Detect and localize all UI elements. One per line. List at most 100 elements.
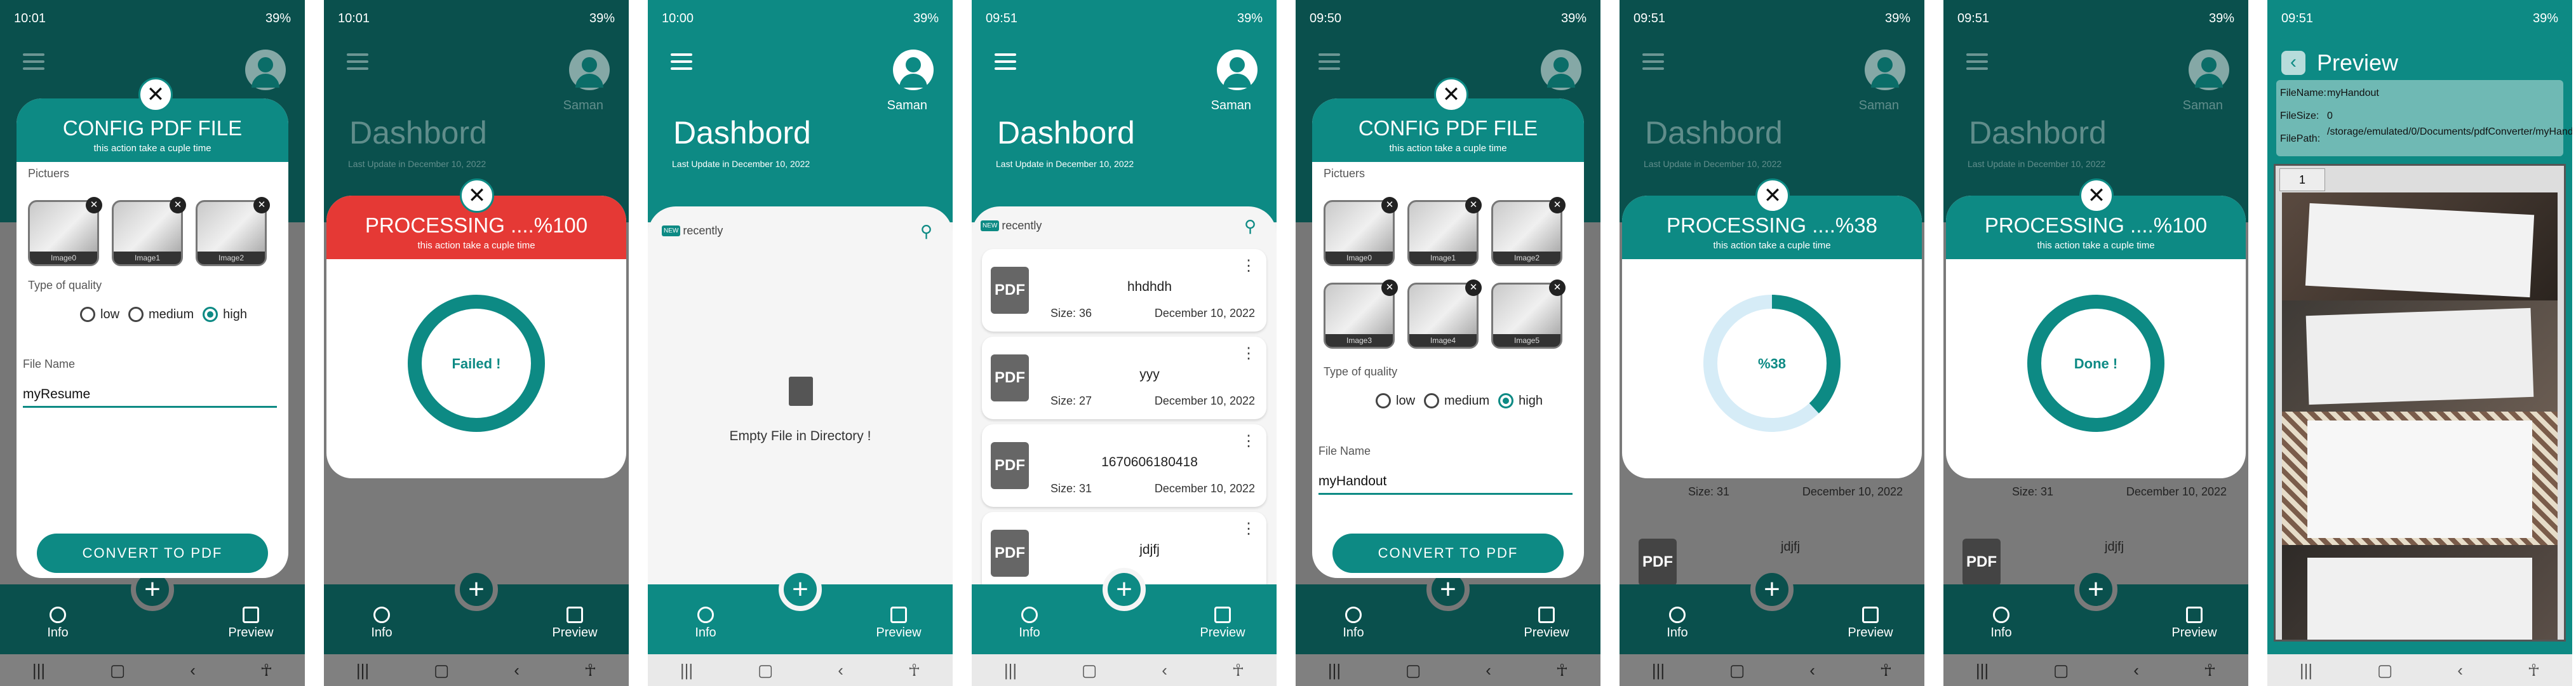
menu-icon[interactable]: [671, 53, 692, 74]
accessibility-icon[interactable]: ☥: [1556, 661, 1568, 680]
convert-button[interactable]: CONVERT TO PDF: [1332, 534, 1564, 573]
image-thumb[interactable]: ✕ Image3: [1324, 279, 1398, 349]
recents-icon[interactable]: |||: [1976, 661, 1989, 680]
recents-icon[interactable]: |||: [2300, 661, 2312, 680]
recents-icon[interactable]: |||: [1652, 661, 1665, 680]
avatar[interactable]: [2189, 50, 2229, 90]
home-icon[interactable]: ▢: [1082, 661, 1097, 680]
add-icon[interactable]: +: [2074, 568, 2117, 611]
back-icon[interactable]: ‹: [2457, 661, 2463, 680]
image-thumb[interactable]: ✕ Image2: [1491, 197, 1566, 266]
menu-icon[interactable]: [995, 53, 1016, 74]
back-button[interactable]: ‹: [2281, 51, 2305, 75]
remove-icon[interactable]: ✕: [1549, 197, 1566, 213]
avatar[interactable]: [1865, 50, 1905, 90]
nav-preview[interactable]: Preview: [2166, 607, 2223, 640]
back-icon[interactable]: ‹: [1809, 661, 1815, 680]
image-thumb[interactable]: ✕ Image0: [28, 197, 102, 266]
image-thumb[interactable]: ✕ Image1: [112, 197, 186, 266]
nav-preview[interactable]: Preview: [1194, 607, 1251, 640]
add-icon[interactable]: +: [1103, 568, 1146, 611]
more-icon[interactable]: ⋮: [1241, 257, 1256, 275]
accessibility-icon[interactable]: ☥: [1232, 661, 1244, 680]
close-icon[interactable]: ✕: [2079, 178, 2114, 213]
remove-icon[interactable]: ✕: [1465, 279, 1482, 296]
filename-input[interactable]: myResume: [23, 387, 277, 408]
avatar[interactable]: [245, 50, 286, 90]
nav-info[interactable]: Info: [1649, 607, 1706, 640]
home-icon[interactable]: ▢: [1405, 661, 1421, 680]
remove-icon[interactable]: ✕: [86, 197, 102, 213]
remove-icon[interactable]: ✕: [1381, 197, 1398, 213]
search-icon[interactable]: ⚲: [920, 222, 932, 241]
accessibility-icon[interactable]: ☥: [1880, 661, 1892, 680]
menu-icon[interactable]: [1642, 53, 1664, 74]
add-icon[interactable]: +: [1750, 568, 1794, 611]
avatar[interactable]: [1541, 50, 1581, 90]
nav-info[interactable]: Info: [353, 607, 410, 640]
more-icon[interactable]: ⋮: [1241, 520, 1256, 538]
back-icon[interactable]: ‹: [1162, 661, 1167, 680]
avatar[interactable]: [893, 50, 934, 90]
avatar[interactable]: [569, 50, 610, 90]
back-icon[interactable]: ‹: [1486, 661, 1491, 680]
nav-info[interactable]: Info: [677, 607, 734, 640]
recents-icon[interactable]: |||: [1328, 661, 1341, 680]
image-thumb[interactable]: ✕ Image1: [1407, 197, 1482, 266]
remove-icon[interactable]: ✕: [170, 197, 186, 213]
radio-medium[interactable]: medium: [1424, 393, 1489, 408]
close-icon[interactable]: ✕: [1755, 178, 1790, 213]
nav-info[interactable]: Info: [29, 607, 86, 640]
back-icon[interactable]: ‹: [514, 661, 520, 680]
menu-icon[interactable]: [347, 53, 368, 74]
nav-preview[interactable]: Preview: [1518, 607, 1575, 640]
accessibility-icon[interactable]: ☥: [2528, 661, 2540, 680]
accessibility-icon[interactable]: ☥: [908, 661, 920, 680]
convert-button[interactable]: CONVERT TO PDF: [37, 534, 268, 573]
add-icon[interactable]: +: [779, 568, 822, 611]
image-thumb[interactable]: ✕ Image0: [1324, 197, 1398, 266]
home-icon[interactable]: ▢: [758, 661, 774, 680]
nav-preview[interactable]: Preview: [222, 607, 279, 640]
nav-info[interactable]: Info: [1001, 607, 1058, 640]
radio-low[interactable]: low: [1376, 393, 1415, 408]
home-icon[interactable]: ▢: [2377, 661, 2393, 680]
nav-preview[interactable]: Preview: [1842, 607, 1899, 640]
pdf-viewer[interactable]: 1: [2274, 164, 2566, 642]
close-icon[interactable]: ✕: [138, 77, 173, 112]
nav-preview[interactable]: Preview: [870, 607, 927, 640]
list-item[interactable]: PDF ⋮ hhdhdh Size: 36 December 10, 2022: [982, 249, 1266, 332]
image-thumb[interactable]: ✕ Image5: [1491, 279, 1566, 349]
remove-icon[interactable]: ✕: [1381, 279, 1398, 296]
image-thumb[interactable]: ✕ Image2: [196, 197, 270, 266]
home-icon[interactable]: ▢: [1729, 661, 1745, 680]
filename-input[interactable]: myHandout: [1318, 474, 1573, 495]
image-thumb[interactable]: ✕ Image4: [1407, 279, 1482, 349]
back-icon[interactable]: ‹: [838, 661, 843, 680]
nav-info[interactable]: Info: [1325, 607, 1382, 640]
accessibility-icon[interactable]: ☥: [584, 661, 596, 680]
search-icon[interactable]: ⚲: [1244, 217, 1256, 236]
recents-icon[interactable]: |||: [32, 661, 45, 680]
menu-icon[interactable]: [23, 53, 44, 74]
remove-icon[interactable]: ✕: [1465, 197, 1482, 213]
recents-icon[interactable]: |||: [1004, 661, 1017, 680]
accessibility-icon[interactable]: ☥: [2204, 661, 2216, 680]
close-icon[interactable]: ✕: [460, 178, 494, 213]
recents-icon[interactable]: |||: [356, 661, 369, 680]
radio-medium[interactable]: medium: [128, 307, 194, 322]
home-icon[interactable]: ▢: [2053, 661, 2069, 680]
home-icon[interactable]: ▢: [434, 661, 450, 680]
remove-icon[interactable]: ✕: [1549, 279, 1566, 296]
menu-icon[interactable]: [1318, 53, 1340, 74]
radio-high[interactable]: high: [203, 307, 247, 322]
recents-icon[interactable]: |||: [680, 661, 693, 680]
radio-high[interactable]: high: [1498, 393, 1543, 408]
nav-info[interactable]: Info: [1973, 607, 2030, 640]
menu-icon[interactable]: [1966, 53, 1988, 74]
accessibility-icon[interactable]: ☥: [260, 661, 272, 680]
home-icon[interactable]: ▢: [110, 661, 126, 680]
add-icon[interactable]: +: [455, 568, 498, 611]
back-icon[interactable]: ‹: [2133, 661, 2139, 680]
radio-low[interactable]: low: [80, 307, 119, 322]
